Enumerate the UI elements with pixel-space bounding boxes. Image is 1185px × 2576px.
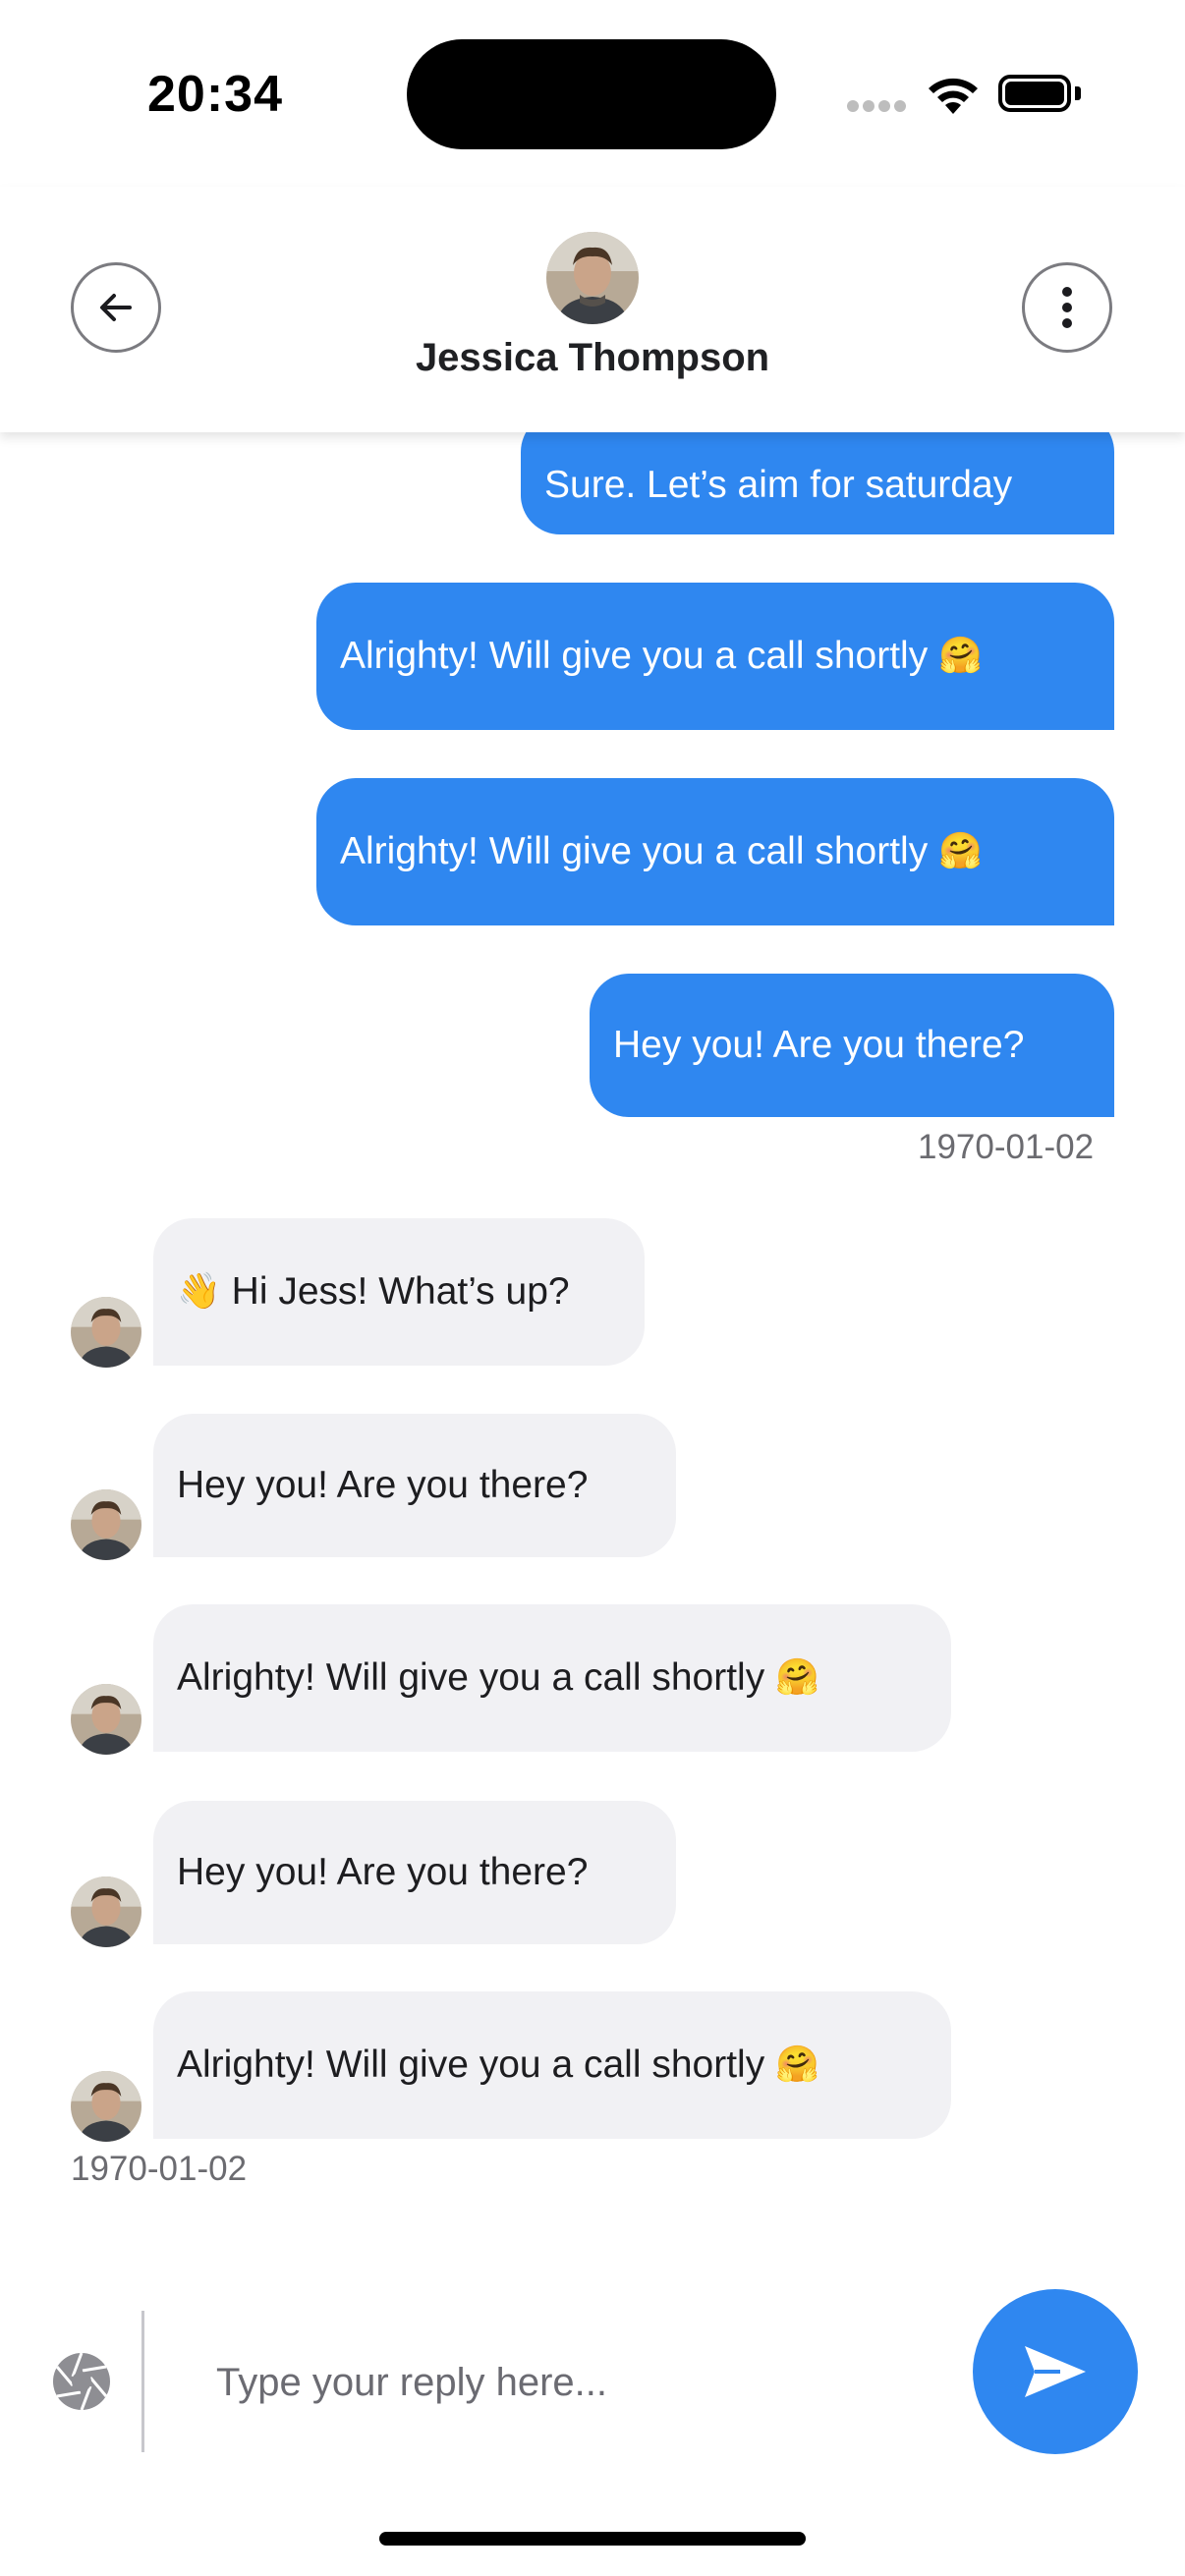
send-icon [1025,2346,1086,2397]
status-bar: 20:34 [0,0,1185,187]
message-bubble-outgoing[interactable]: Sure. Let’s aim for saturday [521,432,1114,534]
contact-avatar[interactable] [546,232,639,324]
cellular-signal-icon [847,100,906,114]
contact-name: Jessica Thompson [415,336,770,379]
home-indicator [379,2532,806,2546]
send-button[interactable] [973,2289,1138,2454]
message-bubble-outgoing[interactable]: Alrighty! Will give you a call shortly 🤗 [316,778,1114,925]
contact-avatar-small [71,2071,141,2142]
message-bubble-outgoing[interactable]: Hey you! Are you there? [590,974,1114,1117]
timestamp-outgoing: 1970-01-02 [918,1128,1095,1166]
status-time: 20:34 [147,66,283,123]
chat-header: Jessica Thompson [0,187,1185,432]
contact-avatar-small [71,1489,141,1560]
message-bubble-incoming[interactable]: Alrighty! Will give you a call shortly 🤗 [153,1604,951,1752]
composer-divider [141,2311,144,2452]
message-bubble-incoming[interactable]: Hey you! Are you there? [153,1414,676,1557]
wifi-icon [924,71,983,116]
more-vertical-icon [1062,287,1072,328]
contact-avatar-small [71,1684,141,1755]
message-list[interactable]: Sure. Let’s aim for saturday Alrighty! W… [0,432,1185,2211]
message-bubble-incoming[interactable]: Alrighty! Will give you a call shortly 🤗 [153,1991,951,2139]
message-bubble-incoming[interactable]: 👋 Hi Jess! What’s up? [153,1218,645,1366]
contact-avatar-small [71,1297,141,1368]
dynamic-island [407,39,776,149]
arrow-left-icon [100,294,132,321]
contact-avatar-small [71,1876,141,1947]
more-options-button[interactable] [1022,262,1112,353]
message-input[interactable] [187,2348,933,2417]
message-bubble-incoming[interactable]: Hey you! Are you there? [153,1801,676,1944]
camera-aperture-icon[interactable] [51,2351,112,2412]
battery-icon [998,75,1081,114]
message-bubble-outgoing[interactable]: Alrighty! Will give you a call shortly 🤗 [316,583,1114,730]
timestamp-incoming: 1970-01-02 [71,2150,248,2188]
